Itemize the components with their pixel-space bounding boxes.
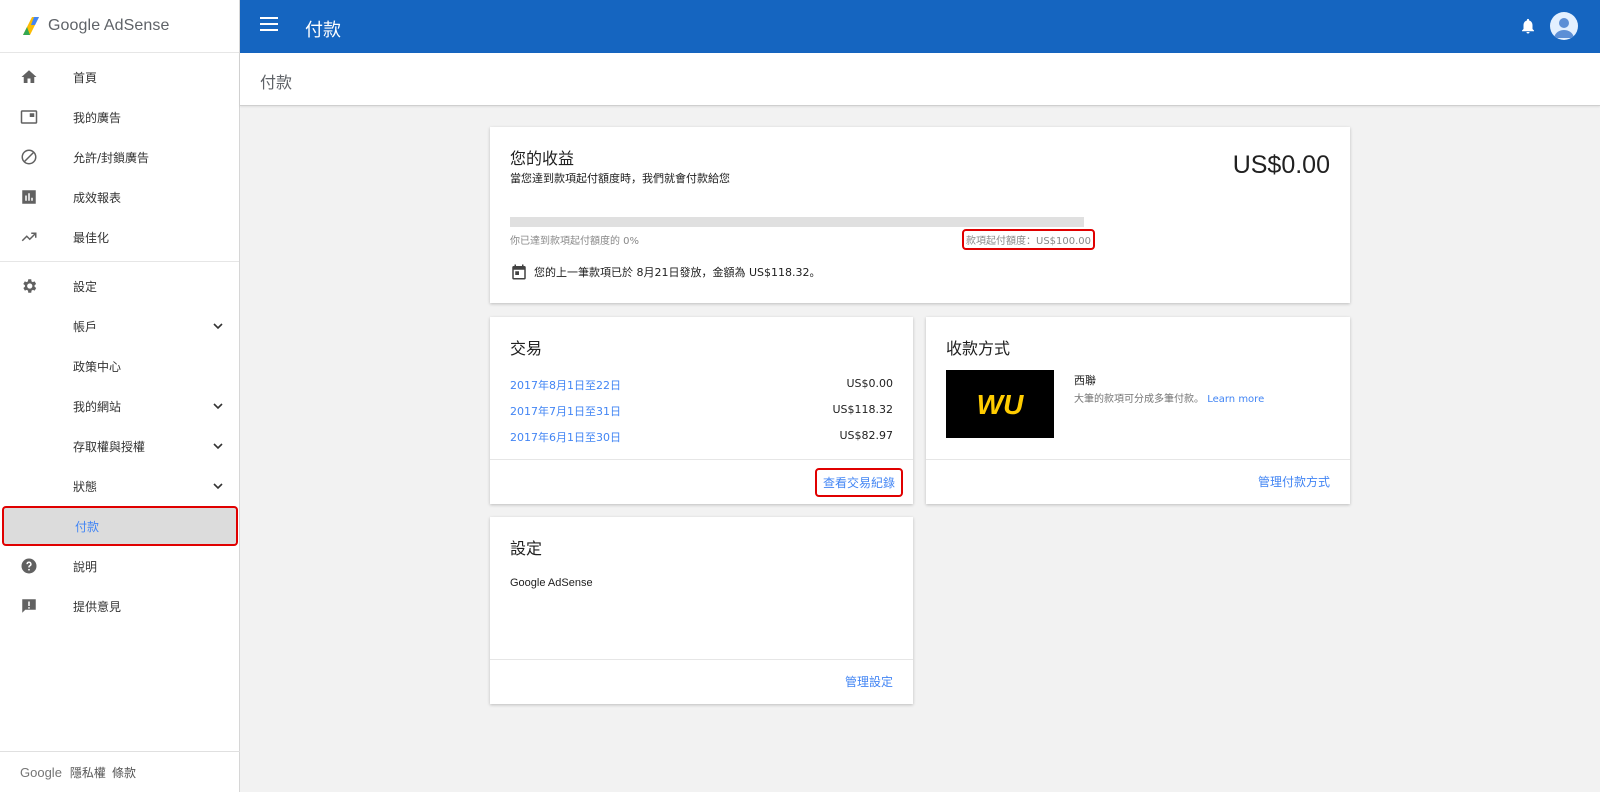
sidebar-item-label: 我的網站 [73,399,122,414]
app-bar-title: 付款 [305,20,341,41]
wu-logo-text: WU [977,389,1024,420]
sidebar-divider [0,261,239,262]
sidebar-item-label: 成效報表 [73,190,122,205]
sidebar-item-access[interactable]: 存取權與授權 [0,426,239,466]
chevron-down-icon[interactable] [212,440,224,452]
notifications-bell-icon[interactable] [1519,17,1537,35]
payment-method-desc-text: 大筆的款項可分成多筆付款。 [1074,394,1204,405]
transactions-title: 交易 [510,339,543,358]
transaction-period-link[interactable]: 2017年6月1日至30日 [510,429,621,447]
transaction-row: 2017年8月1日至22日 US$0.00 [510,377,893,395]
manage-settings-link[interactable]: 管理設定 [845,673,893,690]
transaction-period-link[interactable]: 2017年8月1日至22日 [510,377,621,395]
bar-chart-icon [22,190,36,204]
card-divider [490,459,913,460]
wu-logo-icon: WU [977,389,1024,420]
manage-payment-method-link[interactable]: 管理付款方式 [1258,473,1330,490]
settings-card: 設定 Google AdSense 管理設定 [490,517,913,704]
gear-icon [23,279,37,293]
sidebar-item-settings[interactable]: 設定 [0,266,239,306]
page-header: 付款 [240,53,1600,106]
transaction-period-link[interactable]: 2017年7月1日至31日 [510,403,621,421]
payment-threshold-label: 款項起付額度：US$100.00 [962,229,1096,250]
sidebar-item-label: 我的廣告 [73,110,122,125]
payment-method-card: 收款方式 WU 西聯 大筆的款項可分成多筆付款。 Learn more 管理付款… [926,317,1350,504]
google-brand: Google [20,764,62,780]
help-icon [21,558,37,574]
sidebar-nav: 首頁 我的廣告 允許/封鎖廣告 成效報表 最佳化 設定 帳戶 政策中心 我的網站… [0,53,239,626]
menu-icon[interactable] [260,17,278,35]
card-divider [490,659,913,660]
sidebar-item-label: 最佳化 [73,230,110,245]
progress-percent-label: 你已達到款項起付額度的 0% [510,236,640,247]
adsense-logo-icon [23,17,39,35]
sidebar-item-label: 狀態 [73,479,98,494]
settings-item: Google AdSense [510,577,593,589]
terms-link[interactable]: 條款 [112,764,136,781]
sidebar-item-policy-center[interactable]: 政策中心 [0,346,239,386]
trending-up-icon [21,232,37,242]
earnings-amount: US$0.00 [1232,151,1330,179]
sidebar-item-label: 付款 [75,519,100,534]
sidebar-item-label: 帳戶 [73,319,98,334]
sidebar-item-label: 設定 [73,279,98,294]
sidebar-footer: Google 隱私權 條款 [0,751,240,792]
top-app-bar: 付款 [240,0,1600,53]
privacy-link[interactable]: 隱私權 [70,764,106,781]
view-transactions-button[interactable]: 查看交易紀錄 [815,468,904,497]
payment-method-desc: 大筆的款項可分成多筆付款。 Learn more [1074,390,1264,405]
earnings-card: 您的收益 當您達到款項起付額度時，我們就會付款給您 US$0.00 你已達到款項… [490,127,1350,303]
transactions-card: 交易 2017年8月1日至22日 US$0.00 2017年7月1日至31日 U… [490,317,913,504]
threshold-progress-bar [510,217,1084,227]
sidebar-item-my-ads[interactable]: 我的廣告 [0,97,239,137]
last-payment-info: 您的上一筆款項已於 8月21日發放，金額為 US$118.32。 [510,263,821,281]
western-union-logo: WU [946,370,1054,438]
earnings-title: 您的收益 [510,149,575,168]
payment-method-title: 收款方式 [946,339,1011,358]
sidebar-item-reports[interactable]: 成效報表 [0,177,239,217]
transaction-amount: US$0.00 [846,377,893,390]
account-avatar[interactable] [1550,12,1578,40]
home-icon [21,70,37,83]
sidebar-item-home[interactable]: 首頁 [0,57,239,97]
sidebar-item-allow-block[interactable]: 允許/封鎖廣告 [0,137,239,177]
logo[interactable]: Google AdSense [0,0,239,53]
sidebar-item-label: 存取權與授權 [73,439,146,454]
sidebar-item-my-sites[interactable]: 我的網站 [0,386,239,426]
page-title: 付款 [260,73,293,92]
transaction-amount: US$118.32 [832,403,893,416]
transaction-amount: US$82.97 [839,429,893,442]
chevron-down-icon[interactable] [212,480,224,492]
learn-more-link[interactable]: Learn more [1207,394,1264,405]
sidebar-item-account[interactable]: 帳戶 [0,306,239,346]
transaction-row: 2017年6月1日至30日 US$82.97 [510,429,893,447]
sidebar-item-label: 說明 [73,559,98,574]
sidebar-item-payments[interactable]: 付款 [2,506,238,546]
logo-text: Google AdSense [48,17,170,34]
settings-title: 設定 [510,539,543,558]
sidebar-item-help[interactable]: 說明 [0,546,239,586]
transaction-row: 2017年7月1日至31日 US$118.32 [510,403,893,421]
block-icon [21,149,37,165]
ads-icon [20,110,38,124]
sidebar-item-label: 政策中心 [73,359,122,374]
chevron-down-icon[interactable] [212,320,224,332]
feedback-icon [22,599,36,613]
earnings-subtitle: 當您達到款項起付額度時，我們就會付款給您 [510,172,730,185]
sidebar: Google AdSense 首頁 我的廣告 允許/封鎖廣告 成效報表 最佳化 … [0,0,240,792]
sidebar-item-label: 首頁 [73,70,98,85]
user-avatar-icon [1554,18,1574,38]
sidebar-item-label: 提供意見 [73,599,122,614]
sidebar-item-feedback[interactable]: 提供意見 [0,586,239,626]
chevron-down-icon[interactable] [212,400,224,412]
sidebar-item-optimize[interactable]: 最佳化 [0,217,239,257]
sidebar-item-label: 允許/封鎖廣告 [73,150,150,165]
sidebar-item-status[interactable]: 狀態 [0,466,239,506]
calendar-icon [512,264,526,280]
last-payment-text: 您的上一筆款項已於 8月21日發放，金額為 US$118.32。 [534,266,821,279]
payment-method-name: 西聯 [1074,374,1096,387]
card-divider [926,459,1350,460]
